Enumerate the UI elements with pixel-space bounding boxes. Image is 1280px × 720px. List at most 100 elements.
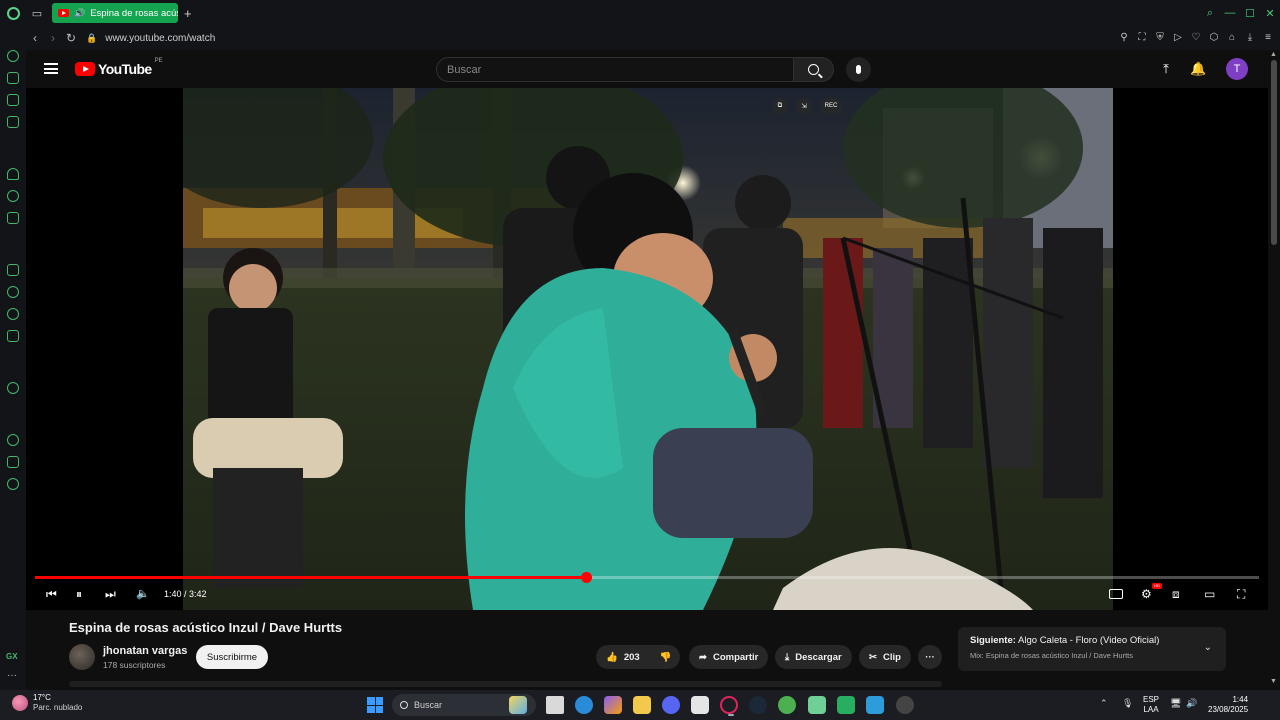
copilot-icon[interactable] bbox=[604, 696, 622, 714]
chrome-like-icon[interactable] bbox=[896, 696, 914, 714]
whatsapp-icon[interactable] bbox=[7, 308, 19, 320]
microphone-tray-icon[interactable]: 🎙 bbox=[1122, 698, 1133, 709]
twitch-icon[interactable] bbox=[7, 94, 19, 106]
youtube-logo[interactable]: YouTube PE bbox=[75, 58, 163, 77]
player-circle-icon[interactable] bbox=[7, 382, 19, 394]
voice-search-button[interactable] bbox=[846, 57, 871, 82]
twitch-chat-icon[interactable] bbox=[7, 264, 19, 276]
back-icon[interactable]: ‹ bbox=[26, 31, 44, 45]
progress-bar[interactable] bbox=[35, 572, 1259, 583]
share-button[interactable]: ➦ Compartir bbox=[689, 645, 769, 669]
subtitles-icon[interactable] bbox=[1109, 586, 1123, 602]
description-preview[interactable] bbox=[69, 681, 942, 687]
speed-dial-icon[interactable] bbox=[7, 50, 19, 62]
speaker-icon[interactable]: 🔊 bbox=[74, 8, 85, 19]
search-box[interactable] bbox=[436, 57, 794, 82]
clock[interactable]: 1:44 23/08/2025 bbox=[1208, 695, 1248, 715]
download-button[interactable]: ⤓ Descargar bbox=[775, 645, 852, 669]
snapshot-icon[interactable]: ⛶ bbox=[1136, 32, 1148, 44]
settings-icon[interactable] bbox=[7, 478, 19, 490]
more-options-icon[interactable]: ··· bbox=[7, 670, 17, 681]
gx-control-label[interactable]: GX bbox=[6, 652, 18, 661]
picture-in-picture-icon[interactable]: ⇲ bbox=[796, 98, 812, 114]
progress-scrubber[interactable] bbox=[580, 572, 592, 583]
clip-button[interactable]: ✂ Clip bbox=[859, 645, 911, 669]
opera-menu-icon[interactable] bbox=[0, 0, 26, 26]
pin-icon[interactable]: ⚲ bbox=[1118, 32, 1130, 44]
extensions-sidebar-icon[interactable] bbox=[7, 456, 19, 468]
up-next-title[interactable]: Algo Caleta - Floro (Video Oficial) bbox=[1018, 635, 1159, 646]
scrollbar-thumb[interactable] bbox=[1271, 60, 1277, 245]
tray-overflow-icon[interactable]: ⌃ bbox=[1100, 698, 1108, 709]
search-button[interactable] bbox=[794, 57, 834, 82]
language-indicator[interactable]: ESP LAA bbox=[1143, 695, 1159, 715]
lock-icon[interactable]: 🔒 bbox=[86, 33, 97, 44]
opera-gx-icon[interactable] bbox=[720, 696, 738, 716]
shield-icon[interactable]: ⛨ bbox=[1154, 32, 1166, 44]
edge-icon[interactable] bbox=[575, 696, 593, 714]
player-sidebar-icon[interactable] bbox=[7, 168, 19, 180]
player-icon[interactable]: ▷ bbox=[1172, 32, 1184, 44]
scroll-down-icon[interactable]: ▼ bbox=[1270, 678, 1277, 685]
telegram-icon[interactable] bbox=[7, 330, 19, 342]
close-icon[interactable]: ✕ bbox=[1260, 0, 1280, 26]
messenger-icon[interactable] bbox=[7, 286, 19, 298]
next-icon[interactable]: ⏭ bbox=[105, 586, 116, 602]
upload-icon[interactable]: ⤒ bbox=[1158, 61, 1174, 77]
miniplayer-icon[interactable]: ⧈ bbox=[1172, 586, 1180, 602]
cube-app-icon[interactable] bbox=[808, 696, 826, 714]
search-tabs-icon[interactable]: ⌕ bbox=[1200, 0, 1220, 26]
maximize-icon[interactable]: ☐ bbox=[1240, 0, 1260, 26]
game-icon[interactable] bbox=[866, 696, 884, 714]
xbox-icon[interactable] bbox=[778, 696, 796, 714]
new-tab-button[interactable]: + bbox=[184, 6, 192, 21]
vpn-icon[interactable]: ⌂ bbox=[1226, 32, 1238, 44]
menu-icon[interactable] bbox=[44, 63, 58, 74]
start-button-icon[interactable] bbox=[367, 697, 383, 713]
chevron-down-icon[interactable]: ⌄ bbox=[1204, 642, 1212, 653]
volume-tray-icon[interactable]: 🔊 bbox=[1186, 698, 1197, 709]
workspaces-icon[interactable]: ▭ bbox=[26, 2, 48, 24]
news-icon[interactable] bbox=[7, 116, 19, 128]
account-avatar[interactable]: T bbox=[1226, 58, 1248, 80]
heart-icon[interactable]: ♡ bbox=[1190, 32, 1202, 44]
subscribe-button[interactable]: Suscribirme bbox=[196, 645, 268, 669]
app-icon[interactable] bbox=[691, 696, 709, 714]
download-icon[interactable]: ⤓ bbox=[1244, 32, 1256, 44]
url-field[interactable]: www.youtube.com/watch bbox=[105, 33, 215, 44]
video-player[interactable]: ⧉ ⇲ REC ⏮ ⏸ ⏭ 🔈 1:40 / 3:42 ⚙ HD ⧈ ▭ ⛶ bbox=[26, 88, 1268, 610]
bag-icon[interactable] bbox=[7, 72, 19, 84]
up-next-card[interactable]: Siguiente: Algo Caleta - Floro (Video Of… bbox=[958, 627, 1226, 671]
theater-mode-icon[interactable]: ▭ bbox=[1204, 586, 1215, 602]
forward-icon[interactable]: › bbox=[44, 31, 62, 45]
steam-icon[interactable] bbox=[749, 696, 767, 714]
easy-setup-icon[interactable]: ≡ bbox=[1262, 32, 1274, 44]
browser-tab-active[interactable]: 🔊 Espina de rosas acústi bbox=[52, 3, 178, 23]
weather-widget[interactable]: 17°C Parc. nublado bbox=[12, 693, 82, 713]
channel-name[interactable]: jhonatan vargas bbox=[103, 645, 187, 657]
chat-icon[interactable] bbox=[7, 212, 19, 224]
like-icon[interactable]: 👍 bbox=[606, 652, 618, 663]
pause-icon[interactable]: ⏸ bbox=[76, 586, 82, 602]
video-popout-icon[interactable]: ⧉ bbox=[772, 98, 788, 114]
history-icon[interactable] bbox=[7, 434, 19, 446]
launcher-icon[interactable] bbox=[837, 696, 855, 714]
fullscreen-icon[interactable]: ⛶ bbox=[1237, 586, 1245, 602]
settings-gear-icon[interactable]: ⚙ bbox=[1141, 586, 1152, 602]
search-highlight-icon[interactable] bbox=[509, 696, 527, 714]
like-count[interactable]: 203 bbox=[624, 652, 640, 663]
record-button[interactable]: REC bbox=[820, 98, 842, 114]
network-icon[interactable]: 🖥 bbox=[1170, 698, 1181, 709]
previous-icon[interactable]: ⏮ bbox=[46, 586, 57, 602]
channel-avatar[interactable] bbox=[69, 644, 95, 670]
minimize-icon[interactable]: — bbox=[1220, 0, 1240, 26]
reload-icon[interactable]: ↻ bbox=[62, 31, 80, 45]
task-view-icon[interactable] bbox=[546, 696, 564, 714]
volume-icon[interactable]: 🔈 bbox=[136, 586, 150, 602]
page-scrollbar[interactable]: ▲ ▼ bbox=[1268, 50, 1280, 690]
dislike-icon[interactable]: 👎 bbox=[660, 652, 672, 663]
search-input[interactable] bbox=[447, 63, 793, 76]
scroll-up-icon[interactable]: ▲ bbox=[1270, 51, 1277, 58]
more-actions-button[interactable]: ··· bbox=[918, 645, 942, 669]
video-frame[interactable]: ⧉ ⇲ REC bbox=[183, 88, 1113, 610]
